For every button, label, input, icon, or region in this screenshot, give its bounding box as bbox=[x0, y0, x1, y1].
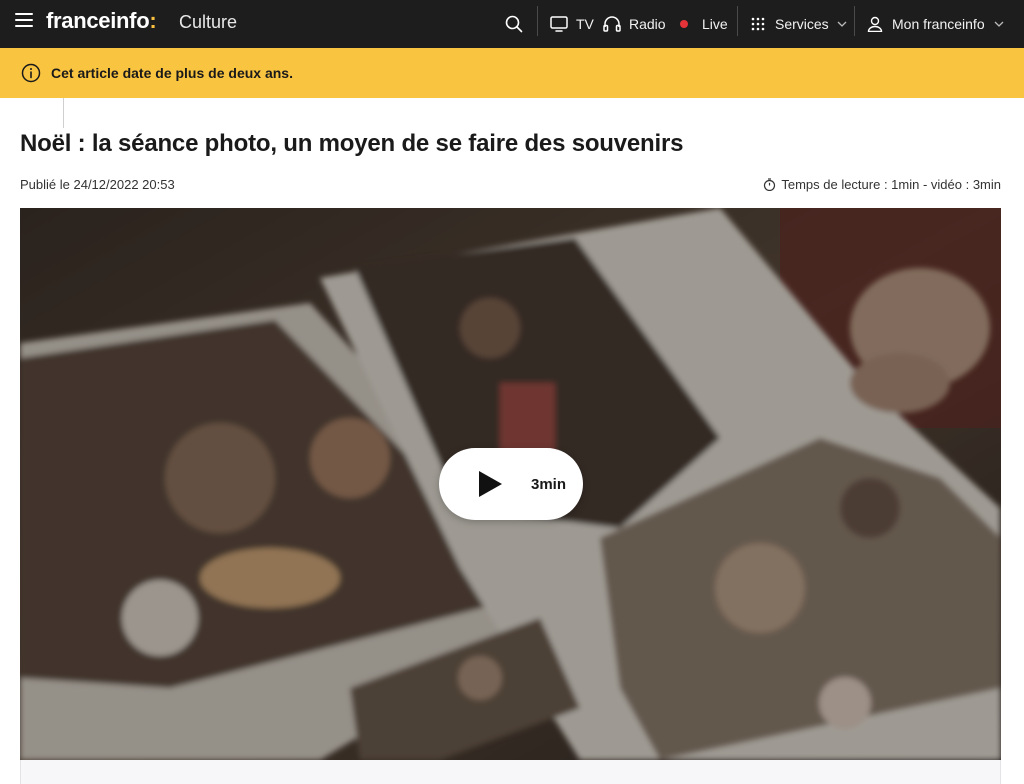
article-title: Noël : la séance photo, un moyen de se f… bbox=[20, 130, 684, 157]
outdated-article-notice: Cet article date de plus de deux ans. bbox=[0, 48, 1024, 98]
user-icon bbox=[867, 16, 883, 32]
grid-icon bbox=[751, 17, 765, 31]
live-dot-icon bbox=[680, 20, 688, 28]
content-below-video bbox=[20, 760, 1001, 784]
reading-time: Temps de lecture : 1min - vidéo : 3min bbox=[763, 177, 1001, 192]
top-navigation-bar: franceinfo: Culture TV Radio Live Servic… bbox=[0, 0, 1024, 48]
reading-time-text: Temps de lecture : 1min - vidéo : 3min bbox=[781, 177, 1001, 192]
nav-account-label: Mon franceinfo bbox=[892, 16, 985, 32]
nav-live-label: Live bbox=[702, 16, 728, 32]
search-button[interactable] bbox=[505, 0, 523, 48]
section-name[interactable]: Culture bbox=[179, 12, 237, 33]
nav-live[interactable]: Live bbox=[680, 0, 728, 48]
brand-logo[interactable]: franceinfo: bbox=[46, 8, 157, 34]
search-icon bbox=[505, 15, 523, 33]
chevron-down-icon bbox=[994, 21, 1004, 27]
nav-divider bbox=[854, 6, 855, 36]
nav-radio[interactable]: Radio bbox=[603, 0, 666, 48]
nav-divider bbox=[737, 6, 738, 36]
tv-icon bbox=[550, 16, 568, 32]
nav-tv[interactable]: TV bbox=[550, 0, 594, 48]
info-icon bbox=[21, 63, 41, 83]
notice-text: Cet article date de plus de deux ans. bbox=[51, 65, 293, 81]
stopwatch-icon bbox=[764, 178, 776, 191]
publish-date: Publié le 24/12/2022 20:53 bbox=[20, 177, 175, 192]
brand-name: franceinfo bbox=[46, 8, 150, 33]
nav-tv-label: TV bbox=[576, 16, 594, 32]
play-icon bbox=[479, 471, 502, 497]
nav-divider bbox=[537, 6, 538, 36]
nav-services-label: Services bbox=[775, 16, 829, 32]
video-player[interactable]: 3min bbox=[20, 208, 1001, 760]
nav-account[interactable]: Mon franceinfo bbox=[867, 0, 1004, 48]
brand-colon: : bbox=[149, 8, 157, 33]
chevron-down-icon bbox=[837, 21, 847, 27]
headphones-icon bbox=[603, 16, 621, 32]
menu-icon[interactable] bbox=[15, 13, 33, 29]
video-duration: 3min bbox=[531, 475, 567, 493]
play-button[interactable]: 3min bbox=[439, 448, 583, 520]
nav-radio-label: Radio bbox=[629, 16, 666, 32]
divider bbox=[63, 98, 64, 128]
nav-services[interactable]: Services bbox=[751, 0, 847, 48]
